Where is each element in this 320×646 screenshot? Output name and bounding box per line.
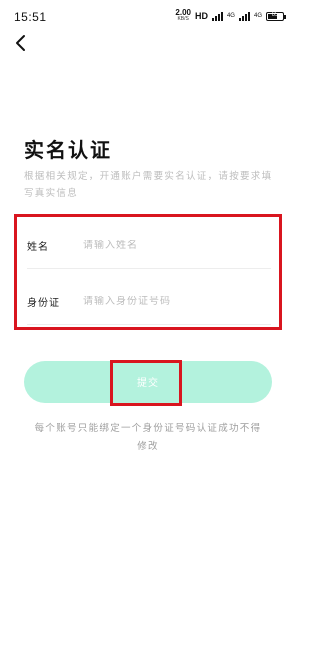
name-label: 姓名 [27, 242, 49, 253]
id-row: 身份证 [27, 279, 271, 325]
signal-icon [211, 11, 223, 21]
chevron-left-icon [16, 35, 25, 51]
hd-icon: HD [194, 11, 208, 21]
status-bar: 15:51 2.00 KB/S HD 4G 4G 65 [0, 0, 296, 28]
network-speed: 2.00 KB/S [175, 9, 191, 23]
submit-label: 提交 [137, 378, 159, 389]
network-type-1: 4G [226, 13, 235, 19]
name-input[interactable] [83, 240, 271, 251]
network-speed-unit: KB/S [177, 16, 189, 22]
name-row: 姓名 [27, 223, 271, 269]
network-speed-value: 2.00 [175, 8, 191, 17]
signal-icon-2 [238, 11, 250, 21]
identity-form: 姓名 身份证 [14, 214, 282, 330]
status-icons: 2.00 KB/S HD 4G 4G 65 [175, 9, 286, 23]
status-time: 15:51 [14, 10, 47, 24]
back-button[interactable] [10, 32, 32, 54]
binding-note: 每个账号只能绑定一个身份证号码认证成功不得修改 [34, 423, 262, 452]
id-number-input[interactable] [83, 296, 271, 307]
page-title: 实名认证 [24, 138, 112, 162]
battery-level: 65 [271, 11, 279, 18]
battery-icon: 65 [266, 11, 286, 21]
page-description: 根据相关规定，开通账户需要实名认证，请按要求填写真实信息 [24, 171, 273, 199]
network-type-2: 4G [253, 13, 262, 19]
id-label: 身份证 [27, 298, 60, 309]
submit-button[interactable]: 提交 [24, 361, 272, 403]
